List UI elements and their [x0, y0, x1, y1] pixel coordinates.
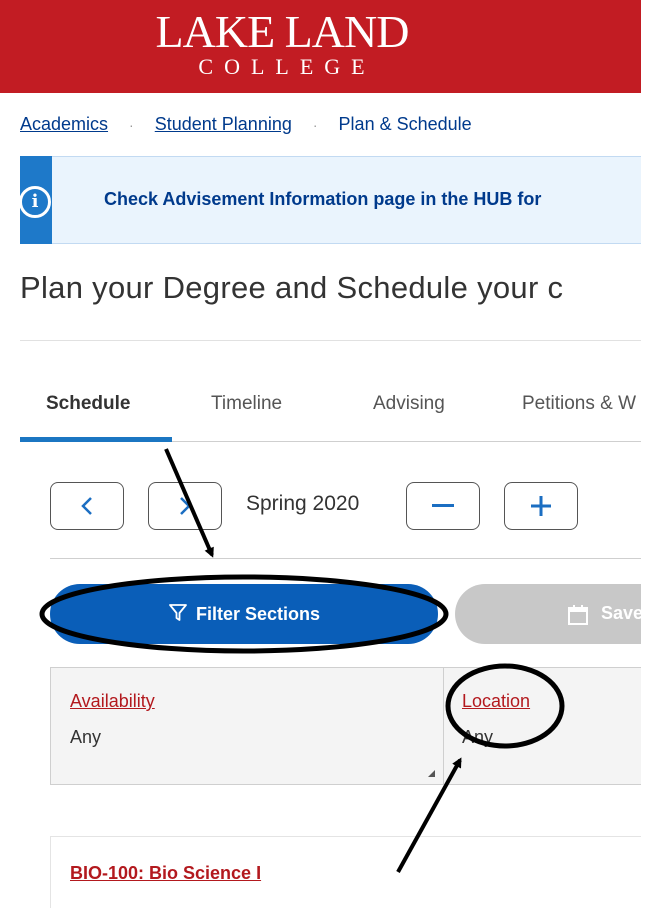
chevron-left-icon: [81, 497, 92, 515]
current-term: Spring 2020: [246, 492, 360, 515]
breadcrumb-student-planning[interactable]: Student Planning: [155, 114, 292, 134]
tab-schedule[interactable]: Schedule: [46, 393, 130, 415]
next-term-button[interactable]: [148, 482, 222, 530]
resize-grip-icon[interactable]: [428, 770, 435, 777]
availability-filter-label[interactable]: Availability: [70, 691, 155, 712]
term-divider: [50, 558, 641, 559]
info-icon: i: [19, 186, 51, 218]
banner-message: Check Advisement Information page in the…: [104, 189, 542, 209]
remove-term-button[interactable]: [406, 482, 480, 530]
breadcrumb-separator: ·: [312, 117, 318, 133]
page-title: Plan your Degree and Schedule your c: [20, 270, 564, 305]
save-label: Save: [601, 603, 644, 623]
tab-advising[interactable]: Advising: [373, 393, 445, 415]
logo-top-text: LAKE LAND: [155, 6, 410, 57]
save-button[interactable]: Save: [455, 584, 653, 644]
filter-panel: [50, 667, 641, 785]
location-filter-value: Any: [462, 727, 494, 747]
minus-icon: [432, 504, 454, 507]
filter-icon: [169, 604, 187, 622]
chevron-right-icon: [180, 497, 191, 515]
location-filter-label[interactable]: Location: [462, 691, 530, 712]
availability-filter-value: Any: [70, 727, 102, 747]
plus-icon: [531, 496, 551, 516]
breadcrumb: Academics · Student Planning · Plan & Sc…: [20, 114, 472, 135]
logo-bottom-text: COLLEGE: [198, 54, 376, 79]
crop-edge: [641, 0, 653, 908]
page: LAKE LAND COLLEGE Academics · Student Pl…: [0, 0, 653, 908]
tab-petitions[interactable]: Petitions & W: [522, 393, 636, 415]
college-logo[interactable]: LAKE LAND COLLEGE: [147, 6, 417, 92]
tab-timeline[interactable]: Timeline: [211, 393, 282, 415]
site-header: LAKE LAND COLLEGE: [0, 0, 641, 93]
course-title-link[interactable]: BIO-100: Bio Science I: [70, 863, 261, 884]
active-tab-indicator: [20, 437, 172, 442]
previous-term-button[interactable]: [50, 482, 124, 530]
filter-panel-divider: [443, 667, 444, 785]
filter-sections-button[interactable]: Filter Sections: [50, 584, 438, 644]
breadcrumb-current: Plan & Schedule: [338, 114, 472, 134]
filter-sections-label: Filter Sections: [195, 604, 321, 624]
add-term-button[interactable]: [504, 482, 578, 530]
title-divider: [20, 340, 641, 341]
calendar-icon: [568, 605, 588, 625]
breadcrumb-academics[interactable]: Academics: [20, 114, 108, 134]
breadcrumb-separator: ·: [129, 117, 134, 133]
